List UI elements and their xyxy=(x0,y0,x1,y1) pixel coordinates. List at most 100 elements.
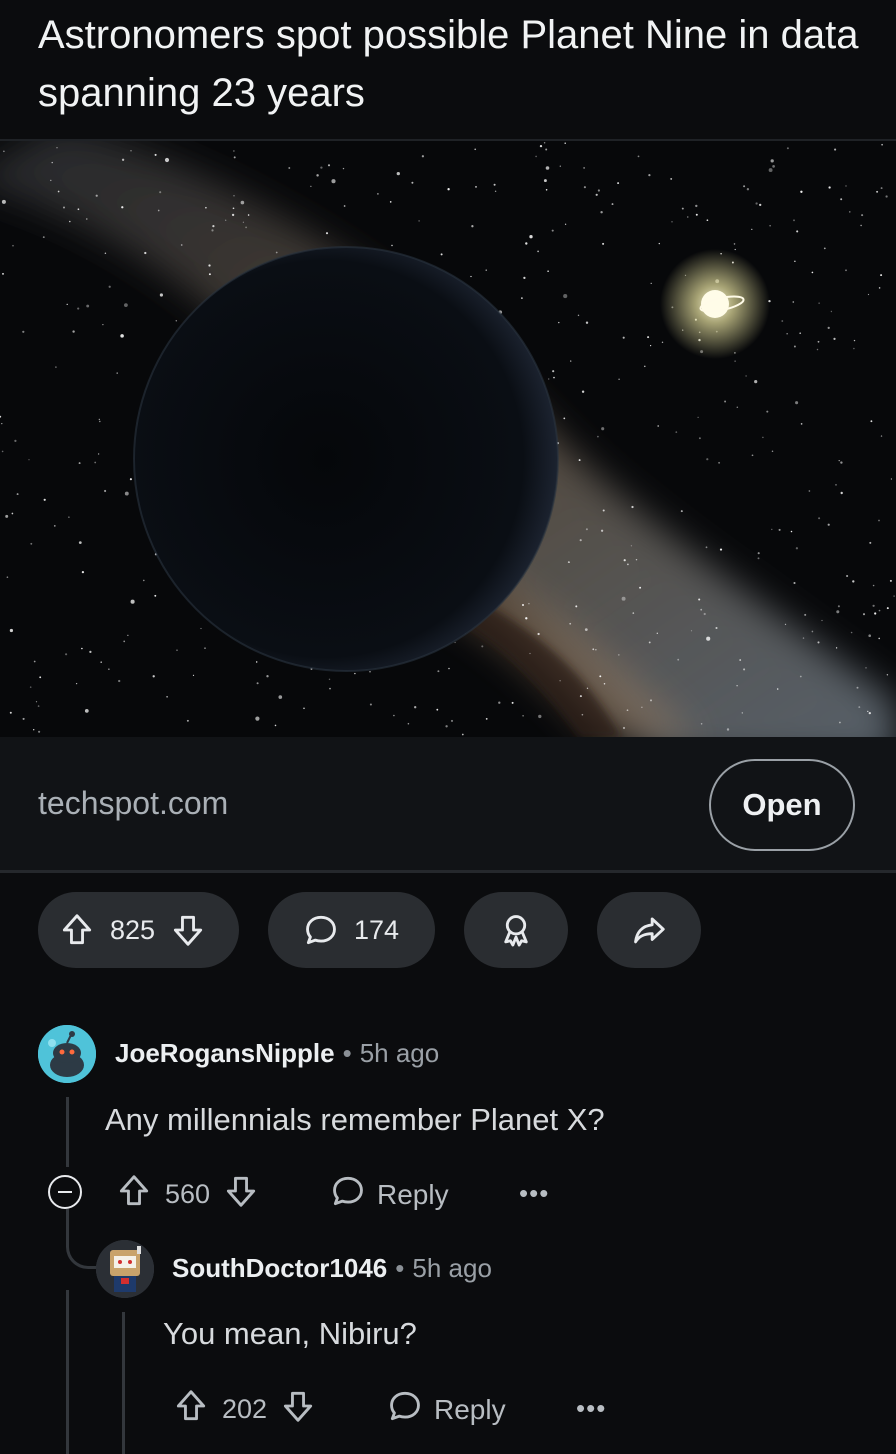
thread-line[interactable] xyxy=(66,1097,69,1167)
star xyxy=(584,628,588,631)
star xyxy=(733,243,736,245)
star xyxy=(647,336,650,339)
star xyxy=(525,242,528,245)
downvote-icon[interactable] xyxy=(279,1387,317,1432)
star xyxy=(656,632,658,634)
star xyxy=(232,207,235,210)
star xyxy=(632,612,635,614)
star xyxy=(622,726,626,730)
more-options-icon[interactable]: ••• xyxy=(519,1178,549,1209)
avatar[interactable] xyxy=(38,1025,96,1083)
star xyxy=(890,478,893,480)
star xyxy=(343,205,346,207)
downvote-icon[interactable] xyxy=(169,911,207,949)
star xyxy=(204,647,206,649)
star xyxy=(75,682,78,685)
comment-username[interactable]: JoeRogansNipple xyxy=(115,1038,335,1068)
star xyxy=(522,714,524,717)
star xyxy=(154,594,157,597)
star xyxy=(695,213,698,216)
star xyxy=(325,232,329,235)
star xyxy=(597,435,599,438)
post-image[interactable] xyxy=(0,141,896,737)
star xyxy=(564,223,567,225)
comment-author-line: JoeRogansNipple • 5h ago xyxy=(115,1038,439,1069)
thread-line[interactable] xyxy=(122,1312,125,1454)
star xyxy=(485,269,487,271)
star xyxy=(28,459,30,461)
star xyxy=(800,423,803,425)
star xyxy=(827,326,830,330)
star xyxy=(599,675,602,678)
star xyxy=(448,667,450,670)
avatar[interactable] xyxy=(96,1240,154,1298)
star xyxy=(766,410,769,413)
star xyxy=(700,608,703,611)
star xyxy=(521,297,523,299)
reply-button[interactable]: Reply xyxy=(329,1172,449,1217)
star xyxy=(474,148,477,151)
star xyxy=(481,645,484,648)
post-detail-page: Astronomers spot possible Planet Nine in… xyxy=(0,0,896,1454)
star xyxy=(84,709,89,713)
share-button[interactable] xyxy=(597,892,701,968)
star xyxy=(736,406,739,409)
upvote-icon[interactable] xyxy=(58,911,96,949)
award-button[interactable] xyxy=(464,892,568,968)
star xyxy=(751,454,754,457)
star xyxy=(548,378,550,380)
star xyxy=(37,705,40,707)
star xyxy=(256,661,258,663)
more-options-icon[interactable]: ••• xyxy=(576,1393,606,1424)
star xyxy=(98,418,100,421)
star xyxy=(706,636,711,641)
reply-button[interactable]: Reply xyxy=(386,1387,506,1432)
star xyxy=(14,439,17,443)
star xyxy=(66,303,68,306)
star xyxy=(878,609,881,612)
comment-username[interactable]: SouthDoctor1046 xyxy=(172,1253,387,1283)
star xyxy=(569,622,572,625)
collapse-thread-button[interactable] xyxy=(48,1175,82,1209)
star xyxy=(745,375,747,377)
star xyxy=(180,244,183,246)
star xyxy=(817,340,820,343)
downvote-icon[interactable] xyxy=(222,1172,260,1217)
comments-button[interactable]: 174 xyxy=(268,892,435,968)
star xyxy=(719,548,723,551)
star xyxy=(700,723,703,725)
star xyxy=(42,236,45,238)
star xyxy=(600,211,603,214)
star xyxy=(89,650,92,654)
star xyxy=(127,634,129,636)
open-link-button[interactable]: Open xyxy=(709,759,855,851)
star xyxy=(124,491,129,496)
star xyxy=(793,581,796,585)
star xyxy=(511,701,514,704)
star xyxy=(799,332,802,335)
star xyxy=(860,224,862,227)
star xyxy=(706,458,709,461)
star xyxy=(152,675,155,678)
star xyxy=(123,640,126,643)
star xyxy=(523,276,526,280)
upvote-icon[interactable] xyxy=(115,1172,153,1217)
star xyxy=(881,143,883,146)
star xyxy=(231,213,235,217)
star xyxy=(164,157,170,163)
upvote-icon[interactable] xyxy=(172,1387,210,1432)
star xyxy=(603,683,606,685)
star xyxy=(821,619,823,622)
star xyxy=(543,141,546,144)
star xyxy=(579,695,582,698)
star xyxy=(545,148,548,151)
star xyxy=(553,376,555,379)
star xyxy=(407,722,410,725)
thread-line[interactable] xyxy=(66,1290,69,1454)
link-domain[interactable]: techspot.com xyxy=(38,785,228,822)
star xyxy=(208,273,211,276)
star xyxy=(781,320,784,322)
star xyxy=(861,214,864,217)
star xyxy=(867,293,870,296)
star xyxy=(575,605,578,608)
